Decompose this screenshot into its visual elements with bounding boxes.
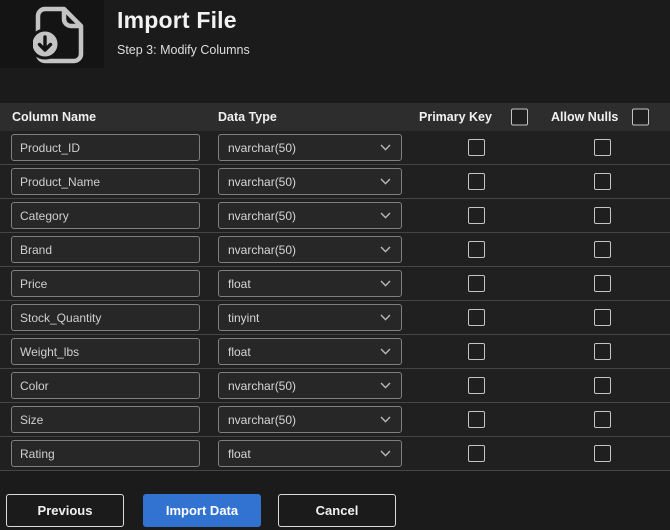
allow-nulls-select-all-checkbox[interactable] bbox=[632, 108, 649, 126]
table-row: nvarchar(50) bbox=[0, 369, 670, 403]
data-type-select[interactable]: nvarchar(50) bbox=[218, 168, 402, 195]
column-name-input[interactable] bbox=[11, 236, 200, 263]
data-type-value: float bbox=[228, 446, 251, 461]
primary-key-checkbox[interactable] bbox=[468, 343, 485, 360]
column-name-input[interactable] bbox=[11, 372, 200, 399]
data-type-value: nvarchar(50) bbox=[228, 378, 297, 393]
page-title: Import File bbox=[117, 7, 237, 33]
allow-nulls-checkbox[interactable] bbox=[594, 309, 611, 326]
data-type-select[interactable]: nvarchar(50) bbox=[218, 236, 402, 263]
chevron-down-icon bbox=[380, 450, 391, 457]
column-name-input[interactable] bbox=[11, 440, 200, 467]
column-name-input[interactable] bbox=[11, 304, 200, 331]
allow-nulls-checkbox[interactable] bbox=[594, 275, 611, 292]
primary-key-checkbox[interactable] bbox=[468, 377, 485, 394]
allow-nulls-checkbox[interactable] bbox=[594, 207, 611, 224]
primary-key-checkbox[interactable] bbox=[468, 139, 485, 156]
allow-nulls-checkbox[interactable] bbox=[594, 343, 611, 360]
primary-key-checkbox[interactable] bbox=[468, 173, 485, 190]
data-type-value: tinyint bbox=[228, 310, 260, 325]
data-type-value: float bbox=[228, 276, 251, 291]
data-type-select[interactable]: float bbox=[218, 338, 402, 365]
allow-nulls-checkbox[interactable] bbox=[594, 173, 611, 190]
column-name-input[interactable] bbox=[11, 168, 200, 195]
import-file-icon bbox=[0, 0, 104, 68]
data-type-value: nvarchar(50) bbox=[228, 208, 297, 223]
table-row: nvarchar(50) bbox=[0, 233, 670, 267]
column-name-input[interactable] bbox=[11, 134, 200, 161]
table-row: float bbox=[0, 267, 670, 301]
allow-nulls-header: Allow Nulls bbox=[551, 110, 619, 124]
chevron-down-icon bbox=[380, 314, 391, 321]
primary-key-checkbox[interactable] bbox=[468, 445, 485, 462]
table-row: nvarchar(50) bbox=[0, 165, 670, 199]
data-type-value: nvarchar(50) bbox=[228, 242, 297, 257]
data-type-select[interactable]: nvarchar(50) bbox=[218, 202, 402, 229]
chevron-down-icon bbox=[380, 212, 391, 219]
primary-key-select-all-checkbox[interactable] bbox=[511, 108, 528, 126]
data-type-value: nvarchar(50) bbox=[228, 140, 297, 155]
dialog-footer: Previous Import Data Cancel bbox=[0, 494, 670, 528]
table-row: nvarchar(50) bbox=[0, 131, 670, 165]
allow-nulls-checkbox[interactable] bbox=[594, 241, 611, 258]
chevron-down-icon bbox=[380, 348, 391, 355]
data-type-value: nvarchar(50) bbox=[228, 174, 297, 189]
primary-key-checkbox[interactable] bbox=[468, 309, 485, 326]
column-name-header: Column Name bbox=[12, 110, 97, 124]
data-type-header: Data Type bbox=[218, 110, 277, 124]
chevron-down-icon bbox=[380, 246, 391, 253]
primary-key-header: Primary Key bbox=[419, 110, 492, 124]
table-row: tinyint bbox=[0, 301, 670, 335]
page-subtitle: Step 3: Modify Columns bbox=[117, 43, 250, 57]
allow-nulls-checkbox[interactable] bbox=[594, 411, 611, 428]
data-type-value: float bbox=[228, 344, 251, 359]
dialog-header: Import File Step 3: Modify Columns bbox=[0, 0, 670, 100]
data-type-select[interactable]: nvarchar(50) bbox=[218, 372, 402, 399]
column-name-input[interactable] bbox=[11, 202, 200, 229]
column-name-input[interactable] bbox=[11, 406, 200, 433]
primary-key-checkbox[interactable] bbox=[468, 411, 485, 428]
allow-nulls-checkbox[interactable] bbox=[594, 377, 611, 394]
import-data-button[interactable]: Import Data bbox=[143, 494, 261, 527]
chevron-down-icon bbox=[380, 144, 391, 151]
data-type-select[interactable]: nvarchar(50) bbox=[218, 406, 402, 433]
allow-nulls-checkbox[interactable] bbox=[594, 139, 611, 156]
primary-key-checkbox[interactable] bbox=[468, 275, 485, 292]
data-type-select[interactable]: nvarchar(50) bbox=[218, 134, 402, 161]
data-type-select[interactable]: float bbox=[218, 440, 402, 467]
columns-table-header: Column Name Data Type Primary Key Allow … bbox=[0, 103, 670, 131]
columns-table: Column Name Data Type Primary Key Allow … bbox=[0, 103, 670, 471]
allow-nulls-checkbox[interactable] bbox=[594, 445, 611, 462]
data-type-value: nvarchar(50) bbox=[228, 412, 297, 427]
chevron-down-icon bbox=[380, 178, 391, 185]
table-row: nvarchar(50) bbox=[0, 403, 670, 437]
cancel-button[interactable]: Cancel bbox=[278, 494, 396, 527]
data-type-select[interactable]: tinyint bbox=[218, 304, 402, 331]
previous-button[interactable]: Previous bbox=[6, 494, 124, 527]
chevron-down-icon bbox=[380, 416, 391, 423]
column-name-input[interactable] bbox=[11, 338, 200, 365]
table-row: nvarchar(50) bbox=[0, 199, 670, 233]
chevron-down-icon bbox=[380, 382, 391, 389]
primary-key-checkbox[interactable] bbox=[468, 207, 485, 224]
column-name-input[interactable] bbox=[11, 270, 200, 297]
table-row: float bbox=[0, 437, 670, 471]
primary-key-checkbox[interactable] bbox=[468, 241, 485, 258]
file-download-icon bbox=[33, 6, 84, 64]
chevron-down-icon bbox=[380, 280, 391, 287]
columns-table-body: nvarchar(50) nvarchar(50) nvarchar(50) bbox=[0, 131, 670, 471]
data-type-select[interactable]: float bbox=[218, 270, 402, 297]
table-row: float bbox=[0, 335, 670, 369]
